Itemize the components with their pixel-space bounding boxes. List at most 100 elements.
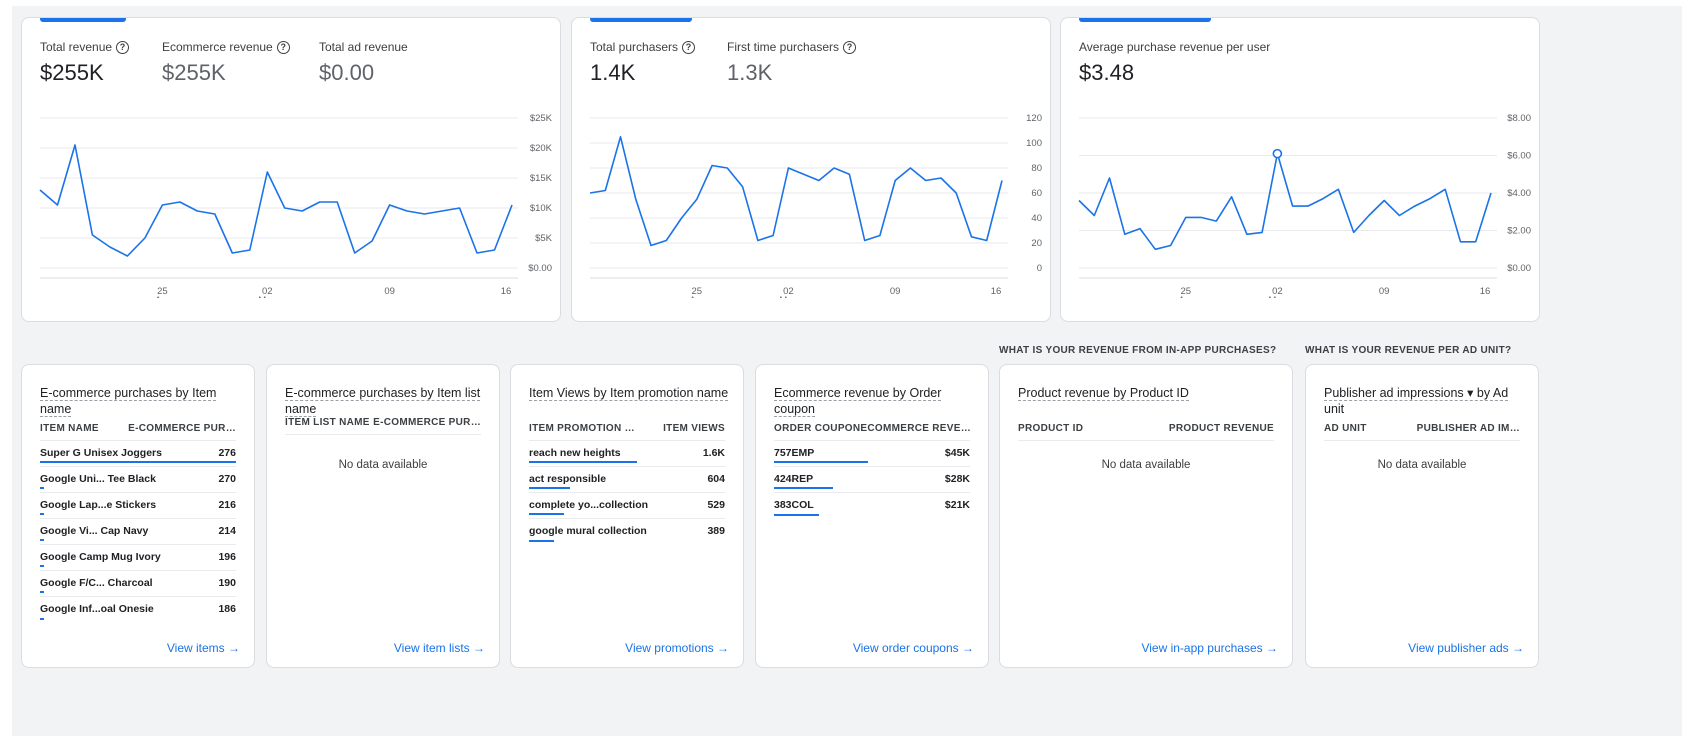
y-tick-label: $6.00 (1507, 151, 1531, 162)
metric-value: 1.4K (590, 60, 636, 85)
y-tick-label: 100 (1026, 138, 1042, 149)
row-label: Google Inf...oal Onesie (40, 603, 154, 615)
help-icon[interactable]: ? (116, 40, 130, 54)
y-tick-label: $20K (530, 143, 553, 154)
table-row[interactable]: complete yo...collection 529 (529, 493, 725, 519)
y-tick-label: 60 (1031, 188, 1042, 199)
card-title[interactable]: Item Views by Item promotion name (529, 385, 729, 401)
x-tick-month: Apr (689, 295, 704, 298)
dashboard-canvas: Total revenue? $255K Ecommerce revenue? … (12, 6, 1682, 736)
table-row[interactable]: act responsible 604 (529, 467, 725, 493)
metric-first-time-purchasers[interactable]: First time purchasers? 1.3K (727, 40, 857, 86)
metric-label: Total ad revenue (319, 40, 408, 54)
row-label: 757EMP (774, 447, 815, 459)
table-row[interactable]: Google Inf...oal Onesie 186 (40, 597, 236, 623)
view-publisher-ads-link[interactable]: View publisher ads → (1408, 641, 1524, 655)
x-tick-day: 16 (1480, 286, 1491, 297)
arppu-card[interactable]: Average purchase revenue per user $3.48 … (1060, 17, 1540, 322)
series-line[interactable] (589, 135, 1003, 247)
table-row[interactable]: Google Camp Mug Ivory 196 (40, 545, 236, 571)
help-icon[interactable]: ? (843, 40, 857, 54)
table-row[interactable]: 757EMP $45K (774, 441, 970, 467)
y-tick-label: 0 (1037, 263, 1042, 274)
table-row[interactable]: reach new heights 1.6K (529, 441, 725, 467)
series-line[interactable] (39, 144, 513, 257)
row-label: Google Vi... Cap Navy (40, 525, 149, 537)
row-value: 216 (218, 499, 236, 511)
row-share-bar (40, 591, 44, 593)
row-share-bar (40, 461, 236, 463)
view-items-link[interactable]: View items → (167, 641, 240, 655)
table-row[interactable]: Google Uni... Tee Black 270 (40, 467, 236, 493)
row-share-bar (529, 540, 555, 542)
y-tick-label: $10K (530, 203, 553, 214)
ad-unit-revenue-heading: WHAT IS YOUR REVENUE PER AD UNIT? (1305, 345, 1512, 356)
row-label: Super G Unisex Joggers (40, 447, 162, 459)
y-tick-label: $0.00 (1507, 263, 1531, 274)
metric-total-purchasers[interactable]: Total purchasers? 1.4K (590, 40, 696, 86)
series-line[interactable] (1078, 152, 1492, 251)
view-item-lists-link[interactable]: View item lists → (394, 641, 485, 655)
no-data-message: No data available (1101, 459, 1191, 471)
row-share-bar (40, 565, 44, 567)
table-header: ITEM NAME E-COMMERCE PUR… (40, 423, 236, 441)
row-value: $45K (944, 447, 970, 459)
row-share-bar (774, 514, 820, 516)
row-label: reach new heights (529, 447, 621, 459)
metric-label: Total revenue (40, 40, 113, 54)
metric-value: $0.00 (319, 60, 375, 85)
card-title[interactable]: E-commerce purchases by Item name (40, 385, 240, 417)
metric-avg-purchase-revenue[interactable]: Average purchase revenue per user $3.48 (1079, 40, 1270, 86)
view-in-app-purchases-link[interactable]: View in-app purchases → (1141, 641, 1278, 655)
table-row[interactable]: Super G Unisex Joggers 276 (40, 441, 236, 467)
metric-ecommerce-revenue[interactable]: Ecommerce revenue? $255K (162, 40, 290, 86)
row-value: 270 (218, 473, 236, 485)
card-title[interactable]: E-commerce purchases by Item list name (285, 385, 485, 417)
table-row[interactable]: Google F/C... Charcoal 190 (40, 571, 236, 597)
table-body: reach new heights 1.6K act responsible 604 c… (529, 441, 725, 545)
row-label: Google Lap...e Stickers (40, 499, 157, 511)
row-share-bar (40, 487, 44, 489)
purchasers-line-chart[interactable]: 12010080604020025Apr02May0916 (572, 98, 1051, 298)
row-value: 186 (218, 603, 236, 615)
revenue-line-chart[interactable]: $25K$20K$15K$10K$5K$0.0025Apr02May0916 (22, 98, 561, 298)
card-title[interactable]: Publisher ad impressions ▾ by Ad unit (1324, 385, 1524, 417)
help-icon[interactable]: ? (276, 40, 290, 54)
metric-label: First time purchasers (727, 40, 840, 54)
table-row[interactable]: Google Lap...e Stickers 216 (40, 493, 236, 519)
table-row[interactable]: google mural collection 389 (529, 519, 725, 545)
view-order-coupons-link[interactable]: View order coupons → (853, 641, 974, 655)
card-title[interactable]: Ecommerce revenue by Order coupon (774, 385, 974, 417)
help-icon[interactable]: ? (682, 40, 696, 54)
revenue-card[interactable]: Total revenue? $255K Ecommerce revenue? … (21, 17, 561, 322)
metric-label: Average purchase revenue per user (1079, 40, 1271, 54)
row-label: Google Camp Mug Ivory (40, 551, 161, 563)
row-label: act responsible (529, 473, 607, 485)
metric-total-ad-revenue[interactable]: Total ad revenue $0.00 (319, 40, 408, 86)
row-value: 196 (218, 551, 236, 563)
highlighted-point[interactable] (1272, 148, 1283, 159)
table-header: AD UNIT PUBLISHER AD IM… (1324, 423, 1520, 441)
table-header: ORDER COUPON ECOMMERCE REVE… (774, 423, 971, 441)
table-body: Super G Unisex Joggers 276 Google Uni... T… (40, 441, 236, 623)
metric-total-revenue[interactable]: Total revenue? $255K (40, 40, 130, 86)
row-value: 529 (707, 499, 725, 511)
arppu-line-chart[interactable]: $8.00$6.00$4.00$2.00$0.0025Apr02May0916 (1061, 98, 1540, 298)
metric-value: $3.48 (1079, 60, 1135, 85)
x-tick-month: May (779, 295, 797, 298)
y-tick-label: $15K (530, 173, 553, 184)
x-tick-month: Apr (155, 295, 170, 298)
table-header: ITEM LIST NAME E-COMMERCE PUR… (285, 417, 481, 435)
table-row[interactable]: 424REP $28K (774, 467, 970, 493)
table-row[interactable]: Google Vi... Cap Navy 214 (40, 519, 236, 545)
card-title[interactable]: Product revenue by Product ID (1018, 385, 1278, 401)
y-tick-label: $4.00 (1507, 188, 1531, 199)
active-metric-indicator (590, 18, 692, 22)
row-label: complete yo...collection (529, 499, 649, 511)
x-tick-day: 16 (501, 286, 512, 297)
table-row[interactable]: 383COL $21K (774, 493, 970, 519)
purchasers-card[interactable]: Total purchasers? 1.4K First time purcha… (571, 17, 1051, 322)
view-promotions-link[interactable]: View promotions → (625, 641, 729, 655)
y-tick-label: 120 (1026, 113, 1042, 124)
row-label: 383COL (774, 499, 814, 511)
